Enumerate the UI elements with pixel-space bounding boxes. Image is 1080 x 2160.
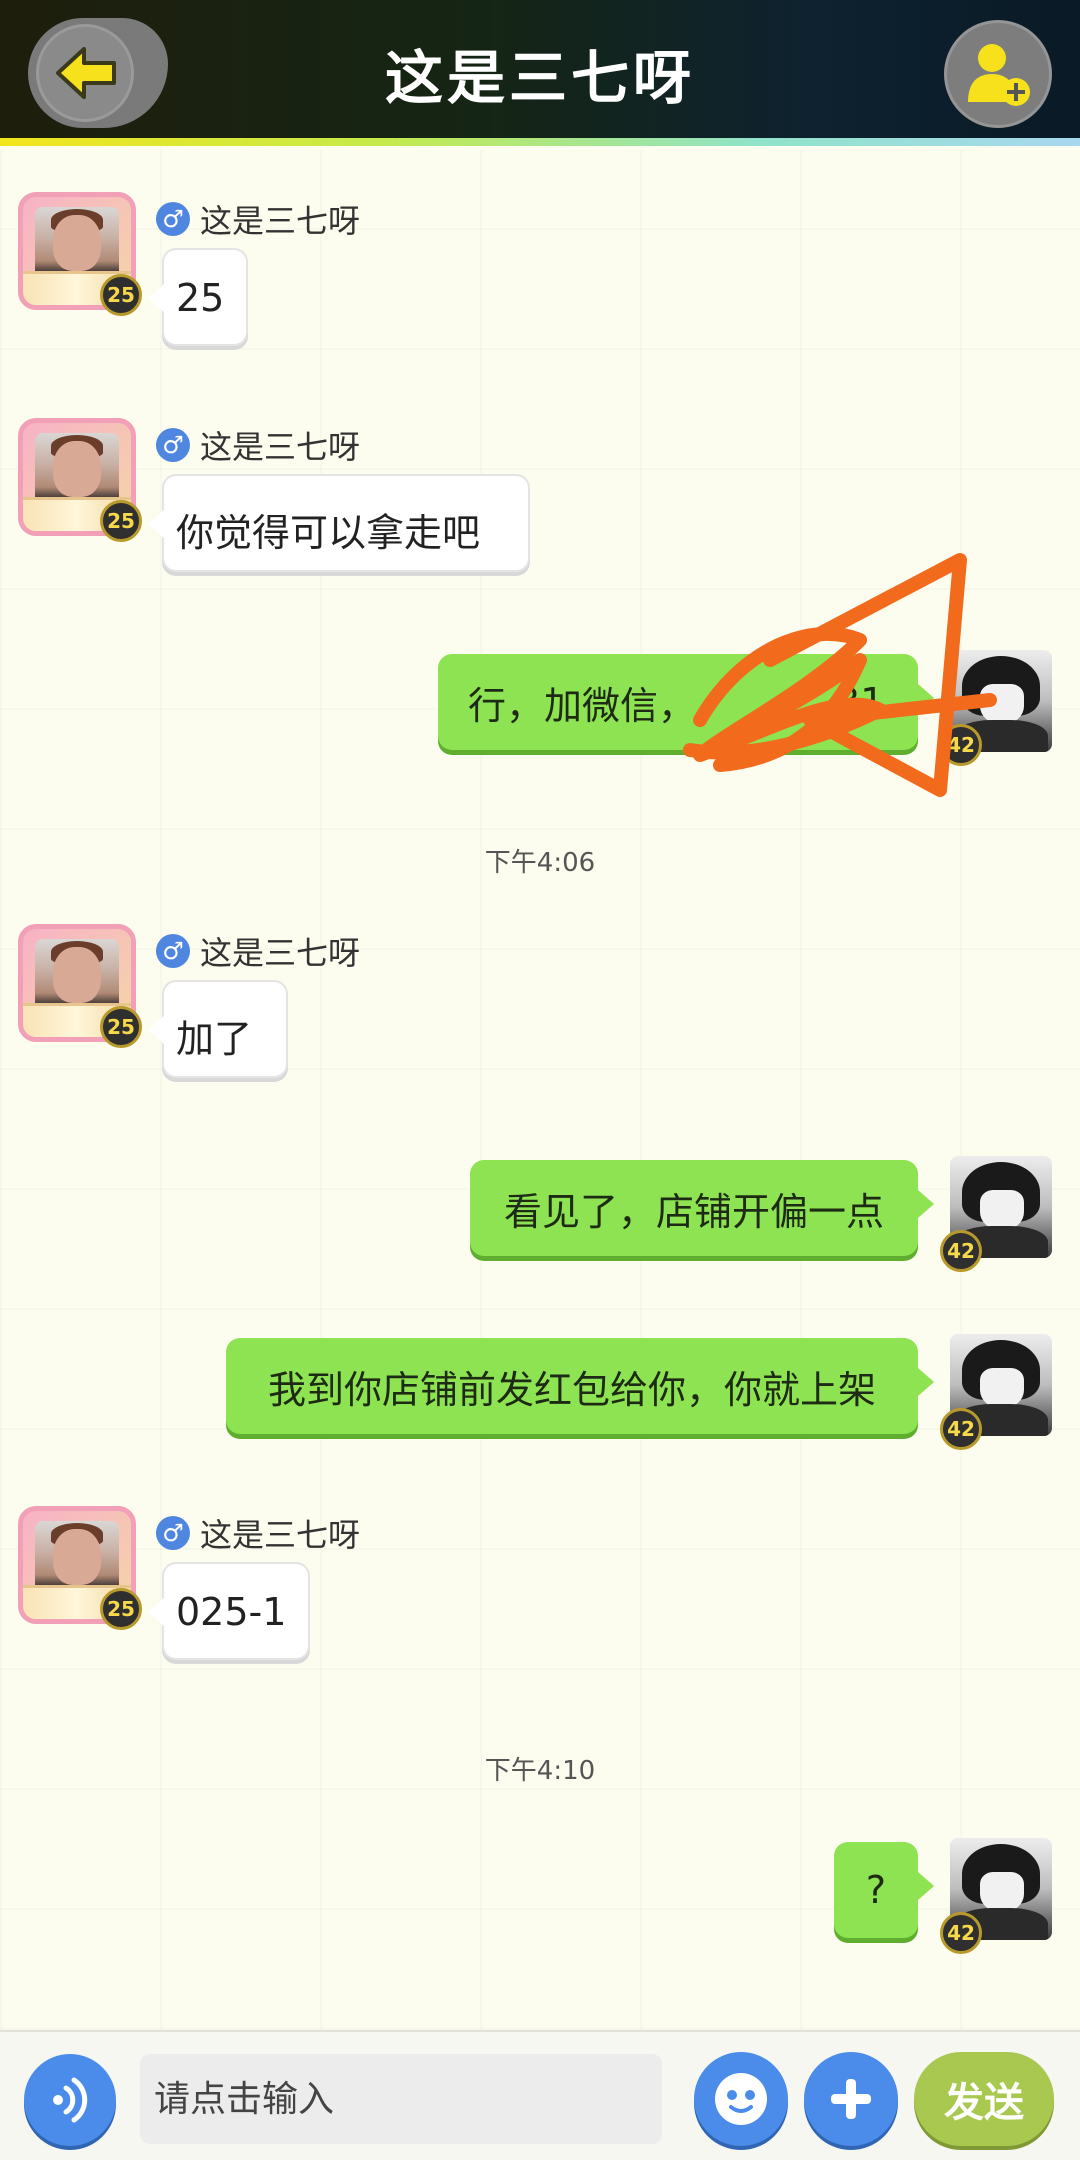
male-icon: ♂ [156, 428, 190, 462]
voice-icon [53, 2077, 88, 2123]
message-bubble[interactable]: 看见了，店铺开偏一点 [470, 1160, 934, 1256]
add-user-icon [968, 44, 1030, 106]
message-row: 看见了，店铺开偏一点 42 [0, 1156, 1080, 1276]
emoji-icon [715, 2073, 767, 2125]
message-bubble[interactable]: ? [834, 1842, 934, 1938]
message-bubble[interactable]: 025-1 [148, 1562, 310, 1660]
top-bar: 这是三七呀 [0, 0, 1080, 146]
male-icon: ♂ [156, 202, 190, 236]
plus-icon [831, 2079, 871, 2119]
message-bubble[interactable]: 你觉得可以拿走吧 [148, 474, 530, 572]
timestamp: 下午4:10 [484, 1756, 596, 1786]
sender-name: 这是三七呀 [200, 1516, 361, 1554]
sender-info: ♂ 这是三七呀 [156, 928, 360, 974]
redaction-scribble [683, 553, 997, 797]
add-friend-button[interactable] [944, 20, 1052, 128]
header-underline [0, 138, 1080, 146]
more-button[interactable] [804, 2052, 898, 2146]
sender-info: ♂ 这是三七呀 [156, 422, 360, 468]
level-badge: 42 [940, 1408, 982, 1450]
input-bar: 发送 [0, 2030, 1080, 2160]
level-badge: 25 [100, 500, 142, 542]
message-row: 我到你店铺前发红包给你，你就上架 42 [0, 1334, 1080, 1454]
emoji-button[interactable] [694, 2052, 788, 2146]
voice-button[interactable] [24, 2054, 116, 2146]
message-row: 25 ♂ 这是三七呀 025-1 [0, 1504, 1080, 1674]
level-badge: 25 [100, 1006, 142, 1048]
send-button[interactable]: 发送 [914, 2052, 1054, 2146]
message-bubble[interactable]: 25 [148, 248, 248, 346]
level-badge: 42 [940, 1912, 982, 1954]
message-bubble[interactable]: 加了 [148, 980, 288, 1078]
message-row: 25 ♂ 这是三七呀 加了 [0, 922, 1080, 1092]
message-row: 25 ♂ 这是三七呀 25 [0, 190, 1080, 360]
sender-name: 这是三七呀 [200, 202, 361, 240]
sender-name: 这是三七呀 [200, 428, 361, 466]
message-bubble[interactable]: 我到你店铺前发红包给你，你就上架 [226, 1338, 934, 1434]
message-input[interactable] [140, 2054, 662, 2144]
level-badge: 25 [100, 1588, 142, 1630]
male-icon: ♂ [156, 934, 190, 968]
timestamp: 下午4:06 [484, 848, 596, 878]
male-icon: ♂ [156, 1516, 190, 1550]
level-badge: 25 [100, 274, 142, 316]
sender-name: 这是三七呀 [200, 934, 361, 972]
sender-info: ♂ 这是三七呀 [156, 1510, 360, 1556]
level-badge: 42 [940, 1230, 982, 1272]
message-row: ? 42 [0, 1838, 1080, 1958]
sender-info: ♂ 这是三七呀 [156, 196, 360, 242]
page-title: 这是三七呀 [384, 44, 695, 112]
